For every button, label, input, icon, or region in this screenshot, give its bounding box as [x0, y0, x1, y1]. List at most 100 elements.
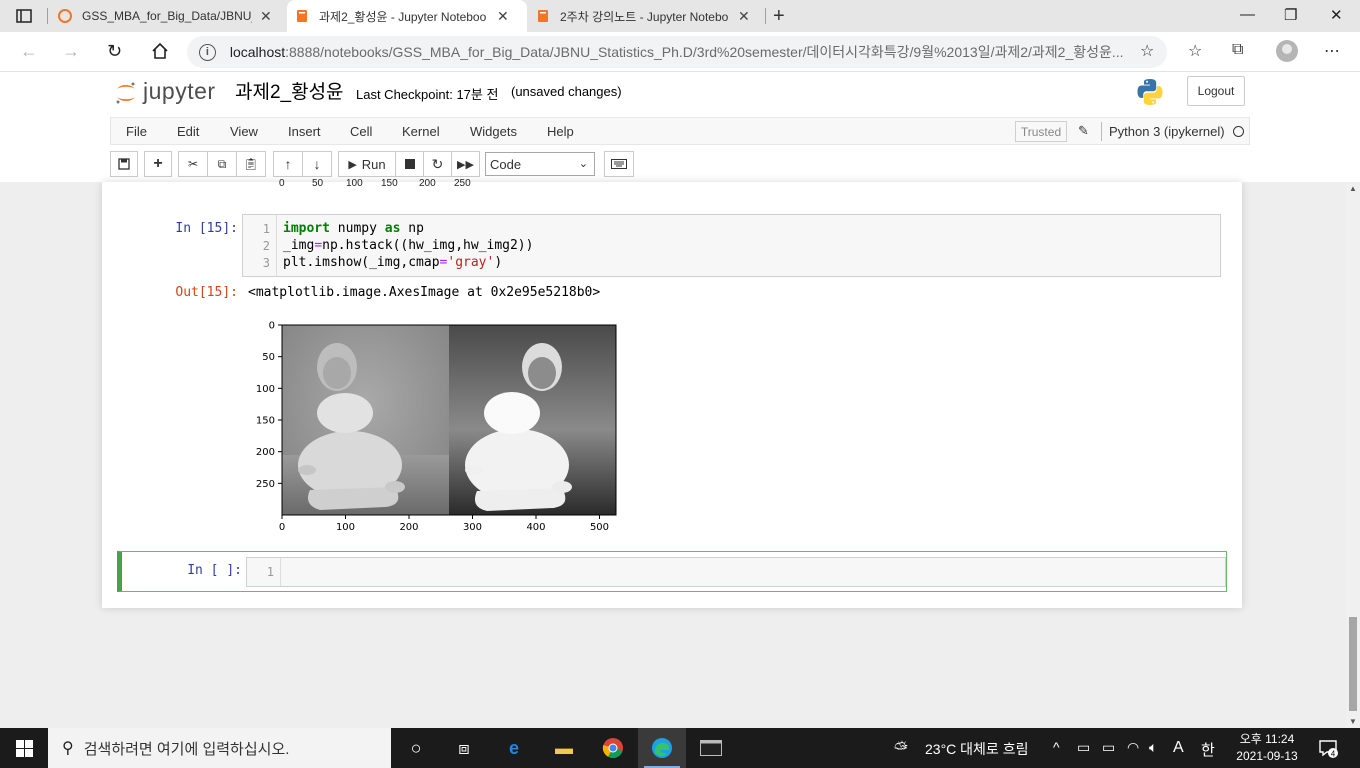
x-tick-label: 300 — [463, 522, 482, 533]
x-tick-label: 200 — [399, 522, 418, 533]
tab-actions-icon[interactable] — [10, 6, 38, 26]
tab-active-notebook[interactable]: 과제2_황성윤 - Jupyter Noteboo ✕ — [287, 0, 527, 32]
new-tab-icon[interactable]: + — [773, 5, 785, 28]
internet-explorer-icon[interactable]: e — [490, 728, 538, 768]
close-tab-icon[interactable]: ✕ — [260, 8, 272, 25]
plus-icon: + — [153, 155, 163, 172]
tab-title: 2주차 강의노트 - Jupyter Notebo — [560, 9, 729, 24]
more-menu-icon[interactable]: ⋯ — [1324, 41, 1340, 61]
notebook-title[interactable]: 과제2_황성윤 — [235, 77, 344, 104]
weather-text[interactable]: 23°C 대체로 흐림 — [925, 739, 1028, 759]
restore-icon[interactable]: ❐ — [1284, 6, 1297, 24]
cell-output-text: <matplotlib.image.AxesImage at 0x2e95e52… — [248, 285, 601, 300]
close-window-icon[interactable]: ✕ — [1330, 6, 1343, 24]
restart-icon: ↻ — [431, 155, 444, 172]
jupyter-wordmark: jupyter — [143, 78, 216, 104]
menu-file[interactable]: File — [126, 124, 147, 139]
home-icon[interactable] — [151, 42, 169, 60]
page-scrollbar[interactable]: ▲ ▼ — [1346, 182, 1360, 728]
meet-now-icon[interactable]: ▭ — [1077, 739, 1090, 756]
reload-icon[interactable]: ↻ — [107, 41, 122, 62]
menu-insert[interactable]: Insert — [288, 124, 321, 139]
url-field[interactable]: i localhost :8888/notebooks/GSS_MBA_for_… — [187, 36, 1167, 68]
url-path: :8888/notebooks/GSS_MBA_for_Big_Data/JBN… — [285, 44, 1124, 60]
run-label: Run — [361, 156, 386, 172]
volume-icon[interactable]: 🔈︎ — [1149, 739, 1157, 756]
command-palette-button[interactable] — [604, 151, 634, 177]
x-axis: 0 100 200 300 400 500 — [279, 515, 609, 533]
file-explorer-icon[interactable]: ▬ — [540, 728, 588, 768]
tray-chevron-up-icon[interactable]: ^ — [1053, 739, 1060, 755]
menu-cell[interactable]: Cell — [350, 124, 372, 139]
move-down-button[interactable]: ↓ — [302, 151, 332, 177]
paste-cell-button[interactable]: 📋︎ — [236, 151, 266, 177]
add-favorite-icon[interactable]: ☆ — [1140, 41, 1154, 61]
python-logo-icon — [1137, 79, 1163, 105]
y-tick-label: 250 — [256, 479, 275, 490]
weather-icon[interactable]: ⛅︎ — [894, 739, 908, 759]
code-cell-15[interactable]: 1 2 3 import numpy as np _img=np.hstack(… — [242, 214, 1221, 277]
close-tab-icon[interactable]: ✕ — [738, 8, 750, 25]
save-icon — [118, 158, 130, 170]
favorites-icon[interactable]: ☆ — [1188, 41, 1202, 61]
code-line-1[interactable]: import numpy as np — [283, 221, 424, 236]
scroll-up-icon[interactable]: ▲ — [1349, 184, 1357, 193]
tab-jbnu-st[interactable]: GSS_MBA_for_Big_Data/JBNU_St ✕ — [50, 0, 284, 32]
jupyter-logo[interactable]: jupyter — [113, 77, 223, 109]
wifi-icon[interactable]: ◠ — [1127, 739, 1139, 756]
taskbar-search[interactable]: ⚲ 검색하려면 여기에 입력하십시오. — [48, 728, 391, 768]
empty-code-cell[interactable]: In [ ]: 1 — [117, 551, 1227, 592]
kernel-separator — [1101, 122, 1102, 141]
restart-kernel-button[interactable]: ↻ — [423, 151, 452, 177]
logout-button[interactable]: Logout — [1187, 76, 1245, 106]
code-input[interactable]: 1 — [246, 557, 1226, 587]
profile-avatar[interactable] — [1276, 40, 1298, 62]
forward-icon[interactable]: → — [62, 41, 80, 62]
restart-run-all-button[interactable]: ▶▶ — [451, 151, 480, 177]
chevron-down-icon: ⌄ — [578, 158, 588, 170]
tab-lecture-notes[interactable]: 2주차 강의노트 - Jupyter Notebo ✕ — [528, 0, 764, 32]
back-icon[interactable]: ← — [20, 41, 38, 62]
terminal-icon[interactable] — [687, 728, 735, 768]
scrollbar-thumb[interactable] — [1349, 617, 1357, 711]
menu-edit[interactable]: Edit — [177, 124, 199, 139]
battery-icon[interactable]: ▭ — [1102, 739, 1115, 756]
windows-start-icon[interactable] — [16, 740, 33, 757]
tab-separator — [47, 8, 48, 24]
scroll-down-icon[interactable]: ▼ — [1349, 717, 1357, 726]
taskbar-clock[interactable]: 오후 11:24 2021-09-13 — [1232, 731, 1302, 765]
menu-view[interactable]: View — [230, 124, 258, 139]
interrupt-kernel-button[interactable] — [395, 151, 424, 177]
copy-cell-button[interactable]: ⧉ — [207, 151, 237, 177]
x-tick-label: 500 — [590, 522, 609, 533]
run-button[interactable]: ▶ Run — [338, 151, 396, 177]
close-tab-icon[interactable]: ✕ — [497, 8, 509, 25]
cell-type-select[interactable]: Code ⌄ — [485, 152, 595, 176]
tick-label: 100 — [346, 178, 363, 189]
jupyter-logo-icon — [116, 82, 135, 104]
collections-icon[interactable]: ⧉ — [1232, 41, 1243, 59]
move-up-button[interactable]: ↑ — [273, 151, 303, 177]
notification-center-icon[interactable]: 4 — [1318, 738, 1338, 758]
ime-mode[interactable]: A — [1173, 739, 1184, 757]
input-language[interactable]: 한 — [1201, 739, 1215, 760]
minimize-icon[interactable]: — — [1240, 6, 1255, 23]
save-button[interactable] — [110, 151, 138, 177]
menu-kernel[interactable]: Kernel — [402, 124, 440, 139]
cortana-icon[interactable]: ○ — [392, 728, 440, 768]
kernel-idle-indicator-icon — [1233, 126, 1244, 137]
site-info-icon[interactable]: i — [199, 43, 216, 61]
cut-cell-button[interactable]: ✂ — [178, 151, 208, 177]
autosave-status: (unsaved changes) — [511, 84, 622, 99]
trusted-badge[interactable]: Trusted — [1015, 121, 1067, 142]
code-line-2[interactable]: _img=np.hstack((hw_img,hw_img2)) — [283, 238, 533, 253]
task-view-icon[interactable]: ⧈ — [440, 728, 488, 768]
line-number-gutter: 1 2 3 — [243, 215, 277, 276]
code-line-3[interactable]: plt.imshow(_img,cmap='gray') — [283, 255, 502, 270]
scissors-icon: ✂ — [187, 157, 199, 171]
chrome-icon[interactable] — [589, 728, 637, 768]
insert-cell-button[interactable]: + — [144, 151, 172, 177]
edge-icon[interactable] — [638, 728, 686, 768]
menu-help[interactable]: Help — [547, 124, 574, 139]
menu-widgets[interactable]: Widgets — [470, 124, 517, 139]
